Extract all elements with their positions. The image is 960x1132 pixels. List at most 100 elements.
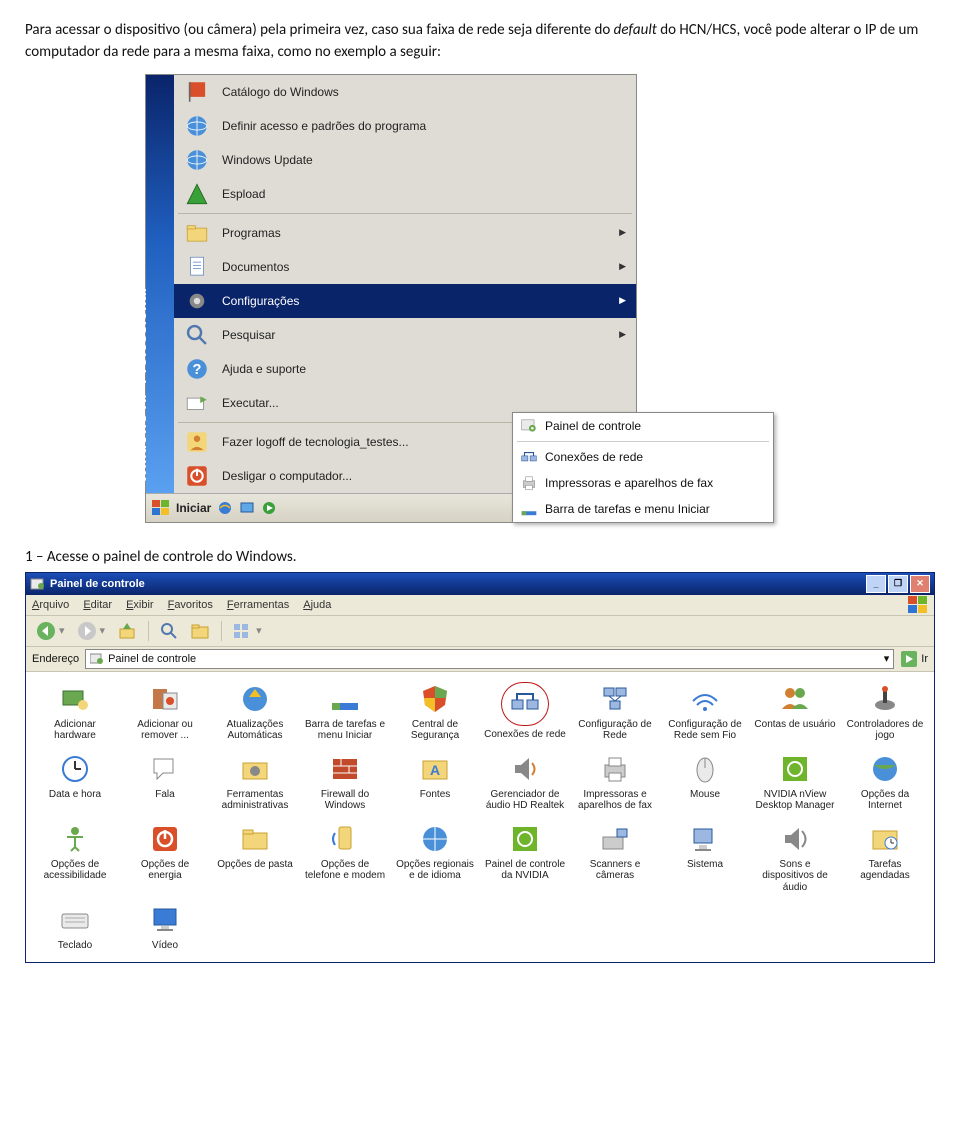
menu-item-label: Executar... (222, 396, 279, 410)
cp-item[interactable]: Tarefas agendadas (842, 822, 928, 894)
cp-item[interactable]: Opções de pasta (212, 822, 298, 894)
cp-item[interactable]: NVIDIA nView Desktop Manager (752, 752, 838, 812)
cp-item-label: Fala (155, 789, 174, 801)
cp-item[interactable]: Configuração de Rede (572, 682, 658, 742)
menu-exibir[interactable]: Exibir (126, 599, 154, 611)
submenu-item[interactable]: Barra de tarefas e menu Iniciar (513, 496, 773, 522)
close-button[interactable]: ✕ (910, 575, 930, 593)
fonts-icon: A (418, 752, 452, 786)
printer-icon (598, 752, 632, 786)
cp-item[interactable]: Opções de energia (122, 822, 208, 894)
cpanel-icon (90, 653, 104, 665)
cp-item[interactable]: Atualizações Automáticas (212, 682, 298, 742)
cp-item-label: Fontes (420, 789, 451, 801)
start-menu-item[interactable]: Configurações▶ (174, 284, 636, 318)
folder-icon (238, 822, 272, 856)
start-menu-item[interactable]: Catálogo do Windows (174, 75, 636, 109)
globe-icon (182, 145, 212, 175)
cp-item[interactable]: Central de Segurança (392, 682, 478, 742)
update-icon (238, 682, 272, 716)
cp-item[interactable]: Gerenciador de áudio HD Realtek (482, 752, 568, 812)
address-value: Painel de controle (108, 653, 196, 665)
cp-item[interactable]: Opções da Internet (842, 752, 928, 812)
menu-item-label: Espload (222, 187, 265, 201)
submenu-item[interactable]: Conexões de rede (513, 444, 773, 470)
wifi-icon (688, 682, 722, 716)
cp-item-label: Contas de usuário (754, 719, 835, 731)
cp-item[interactable]: Configuração de Rede sem Fio (662, 682, 748, 742)
minimize-button[interactable]: _ (866, 575, 886, 593)
up-button[interactable] (113, 619, 141, 643)
media-icon[interactable] (261, 500, 277, 516)
cp-item[interactable]: A Fontes (392, 752, 478, 812)
speech-icon (148, 752, 182, 786)
cp-item[interactable]: Teclado (32, 903, 118, 952)
start-menu-item[interactable]: Windows Update (174, 143, 636, 177)
logoff-icon (182, 427, 212, 457)
address-field[interactable]: Painel de controle ▾ (85, 649, 894, 669)
cp-item-label: Configuração de Rede sem Fio (663, 719, 747, 742)
start-menu-item[interactable]: Definir acesso e padrões do programa (174, 109, 636, 143)
cp-item[interactable]: Painel de controle da NVIDIA (482, 822, 568, 894)
back-button[interactable]: ▾ (32, 619, 69, 643)
search-button[interactable] (156, 620, 182, 642)
cp-item[interactable]: Firewall do Windows (302, 752, 388, 812)
control-panel-window: Painel de controle _ ❐ ✕ Arquivo Editar Ex… (25, 572, 935, 963)
svg-text:A: A (430, 762, 440, 778)
cp-item[interactable]: Barra de tarefas e menu Iniciar (302, 682, 388, 742)
cp-item[interactable]: Mouse (662, 752, 748, 812)
cp-item[interactable]: Opções de telefone e modem (302, 822, 388, 894)
folders-button[interactable] (186, 620, 214, 642)
cp-item[interactable]: Impressoras e aparelhos de fax (572, 752, 658, 812)
start-menu-item[interactable]: ?Ajuda e suporte (174, 352, 636, 386)
start-menu-item[interactable]: Programas▶ (174, 216, 636, 250)
menu-arquivo[interactable]: Arquivo (32, 599, 69, 611)
tasks-icon (868, 822, 902, 856)
cp-item-label: Adicionar hardware (33, 719, 117, 742)
go-button[interactable]: Ir (900, 650, 928, 668)
addrem-icon (148, 682, 182, 716)
submenu-item[interactable]: Painel de controle (513, 413, 773, 439)
cp-item[interactable]: Data e hora (32, 752, 118, 812)
phone-icon (328, 822, 362, 856)
cp-item[interactable]: Scanners e câmeras (572, 822, 658, 894)
cp-item[interactable]: Opções regionais e de idioma (392, 822, 478, 894)
cp-item[interactable]: Sons e dispositivos de áudio (752, 822, 838, 894)
address-label: Endereço (32, 653, 79, 665)
forward-button[interactable]: ▾ (73, 619, 110, 643)
cp-item[interactable]: Ferramentas administrativas (212, 752, 298, 812)
start-menu-item[interactable]: Documentos▶ (174, 250, 636, 284)
ie-icon[interactable] (217, 500, 233, 516)
nvidia-icon (508, 822, 542, 856)
start-menu-item[interactable]: Espload (174, 177, 636, 211)
cp-item[interactable]: Contas de usuário (752, 682, 838, 742)
views-button[interactable]: ▾ (229, 621, 266, 641)
desktop-icon[interactable] (239, 500, 255, 516)
address-bar: Endereço Painel de controle ▾ Ir (26, 647, 934, 672)
cp-item[interactable]: Sistema (662, 822, 748, 894)
cp-item[interactable]: Conexões de rede (482, 682, 568, 742)
address-dropdown[interactable]: ▾ (884, 652, 890, 665)
menu-ajuda[interactable]: Ajuda (303, 599, 331, 611)
cp-item[interactable]: Adicionar hardware (32, 682, 118, 742)
submenu-item[interactable]: Impressoras e aparelhos de fax (513, 470, 773, 496)
cp-item-label: Opções da Internet (843, 789, 927, 812)
cp-item[interactable]: Controladores de jogo (842, 682, 928, 742)
menu-favoritos[interactable]: Favoritos (168, 599, 213, 611)
menu-ferramentas[interactable]: Ferramentas (227, 599, 289, 611)
menu-editar[interactable]: Editar (83, 599, 112, 611)
cp-item[interactable]: Fala (122, 752, 208, 812)
cp-item[interactable]: Opções de acessibilidade (32, 822, 118, 894)
submenu-label: Barra de tarefas e menu Iniciar (545, 502, 710, 516)
system-icon (688, 822, 722, 856)
submenu-arrow-icon: ▶ (619, 261, 626, 272)
cp-item[interactable]: Vídeo (122, 903, 208, 952)
menu-item-label: Programas (222, 226, 281, 240)
start-button[interactable]: Iniciar (176, 501, 211, 515)
start-menu-item[interactable]: Pesquisar▶ (174, 318, 636, 352)
scanner-icon (598, 822, 632, 856)
maximize-button[interactable]: ❐ (888, 575, 908, 593)
cp-item[interactable]: Adicionar ou remover ... (122, 682, 208, 742)
cp-item-label: NVIDIA nView Desktop Manager (753, 789, 837, 812)
nvidia-icon (778, 752, 812, 786)
